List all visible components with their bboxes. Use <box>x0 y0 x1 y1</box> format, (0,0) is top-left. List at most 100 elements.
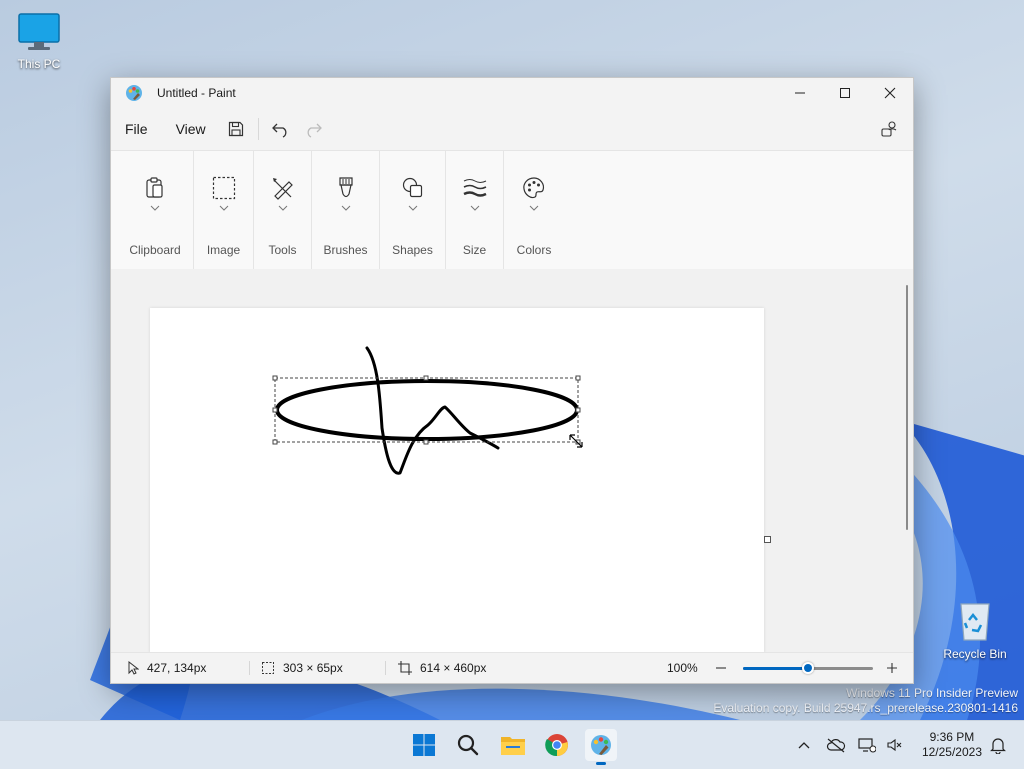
chevron-down-icon <box>150 205 160 211</box>
selection-size: 303 × 65px <box>261 653 343 683</box>
start-button[interactable] <box>408 729 440 761</box>
search-button[interactable] <box>452 729 484 761</box>
system-tray <box>796 721 902 769</box>
evaluation-watermark: Windows 11 Pro Insider Preview Evaluatio… <box>713 686 1018 716</box>
chevron-up-icon[interactable] <box>796 737 812 753</box>
canvas-size-icon <box>398 661 412 675</box>
tools-icon <box>272 178 293 200</box>
clock-time: 9:36 PM <box>929 730 975 744</box>
maximize-icon <box>840 88 850 98</box>
ribbon-group-brushes[interactable]: Brushes <box>312 151 380 269</box>
search-icon <box>457 734 479 756</box>
ribbon-group-label: Colors <box>516 243 552 257</box>
file-explorer-button[interactable] <box>497 729 529 761</box>
chevron-down-icon <box>408 205 417 211</box>
window-title: Untitled - Paint <box>157 86 236 100</box>
redo-button[interactable] <box>297 113 329 145</box>
drawn-freehand-stroke <box>365 346 500 475</box>
monitor-icon <box>18 13 60 50</box>
shapes-icon <box>402 177 422 198</box>
taskbar-clock[interactable]: 9:36 PM 12/25/2023 <box>922 730 982 760</box>
undo-icon <box>271 123 287 138</box>
ribbon-group-label: Clipboard <box>129 243 181 257</box>
ribbon: Clipboard Image Tools Brushes Shapes Siz… <box>111 150 913 270</box>
menu-view[interactable]: View <box>162 108 220 150</box>
ribbon-group-image[interactable]: Image <box>194 151 254 269</box>
canvas-resize-handle[interactable] <box>764 536 771 543</box>
chrome-button[interactable] <box>541 729 573 761</box>
clock-date: 12/25/2023 <box>921 745 982 759</box>
active-app-indicator <box>596 762 606 765</box>
vertical-scrollbar[interactable] <box>906 285 908 530</box>
chevron-down-icon <box>341 205 350 211</box>
save-icon <box>228 121 243 137</box>
bell-icon <box>990 738 1006 755</box>
ribbon-group-shapes[interactable]: Shapes <box>380 151 446 269</box>
menu-file[interactable]: File <box>111 108 162 150</box>
paint-app-icon <box>126 85 142 101</box>
start-icon <box>413 734 435 756</box>
canvas-workspace[interactable] <box>111 269 913 653</box>
status-bar: 427, 134px 303 × 65px 614 × 460px 100% <box>111 652 913 683</box>
ribbon-group-label: Image <box>206 243 241 257</box>
canvas-size-value: 614 × 460px <box>420 661 487 675</box>
notifications-button[interactable] <box>990 736 1006 759</box>
desktop-icon-this-pc[interactable]: This PC <box>4 12 74 71</box>
ribbon-group-tools[interactable]: Tools <box>254 151 312 269</box>
paint-window: Untitled - Paint File View Clipboard Ima… <box>110 77 914 684</box>
maximize-button[interactable] <box>822 78 868 108</box>
canvas-size: 614 × 460px <box>398 653 486 683</box>
desktop-icon-label: This PC <box>17 57 61 71</box>
drawing-canvas[interactable] <box>150 308 764 653</box>
cloud-offline-icon[interactable] <box>826 737 846 753</box>
drawing-layer <box>272 346 583 475</box>
ribbon-group-label: Brushes <box>323 243 368 257</box>
undo-button[interactable] <box>265 113 297 145</box>
chevron-down-icon <box>529 205 539 211</box>
cursor-position: 427, 134px <box>127 653 206 683</box>
status-divider <box>249 661 250 675</box>
size-icon <box>462 179 487 197</box>
minus-icon <box>716 667 726 669</box>
plus-icon <box>887 663 897 673</box>
file-explorer-icon <box>501 737 525 755</box>
selection-handles <box>272 375 581 445</box>
ribbon-group-label: Size <box>462 243 487 257</box>
save-button[interactable] <box>220 113 252 145</box>
zoom-slider-thumb[interactable] <box>802 662 814 674</box>
redo-icon <box>307 123 322 138</box>
watermark-line-2: Evaluation copy. Build 25947.rs_prerelea… <box>713 701 1018 715</box>
ribbon-group-size[interactable]: Size <box>446 151 504 269</box>
title-bar[interactable]: Untitled - Paint <box>111 78 913 108</box>
brush-icon <box>338 177 353 198</box>
close-icon <box>884 87 896 99</box>
minimize-button[interactable] <box>777 78 823 108</box>
account-button[interactable] <box>873 113 905 145</box>
minimize-icon <box>795 92 805 94</box>
ribbon-group-colors[interactable]: Colors <box>504 151 564 269</box>
zoom-slider[interactable] <box>743 653 873 683</box>
zoom-out-button[interactable] <box>715 653 727 683</box>
drawn-ellipse <box>275 379 579 441</box>
recycle-bin-icon <box>960 603 990 641</box>
selection-icon <box>212 176 235 200</box>
paint-taskbar-button[interactable] <box>585 729 617 765</box>
zoom-slider-fill <box>743 667 808 670</box>
paint-icon <box>591 735 611 755</box>
selection-size-value: 303 × 65px <box>283 661 343 675</box>
cursor-position-value: 427, 134px <box>147 661 207 675</box>
close-button[interactable] <box>867 78 913 108</box>
desktop-icon-recycle-bin[interactable]: Recycle Bin <box>940 598 1010 661</box>
zoom-in-button[interactable] <box>886 653 898 683</box>
palette-icon <box>523 177 545 199</box>
zoom-level[interactable]: 100% <box>667 653 698 683</box>
clipboard-icon <box>146 177 163 198</box>
pointer-icon <box>128 661 139 675</box>
chrome-icon <box>545 734 568 757</box>
chevron-down-icon <box>278 205 287 211</box>
chevron-down-icon <box>470 205 479 211</box>
ribbon-group-clipboard[interactable]: Clipboard <box>117 151 194 269</box>
volume-muted-icon[interactable] <box>886 737 902 753</box>
taskbar: 9:36 PM 12/25/2023 <box>0 720 1024 769</box>
network-disconnected-icon[interactable] <box>858 737 876 753</box>
